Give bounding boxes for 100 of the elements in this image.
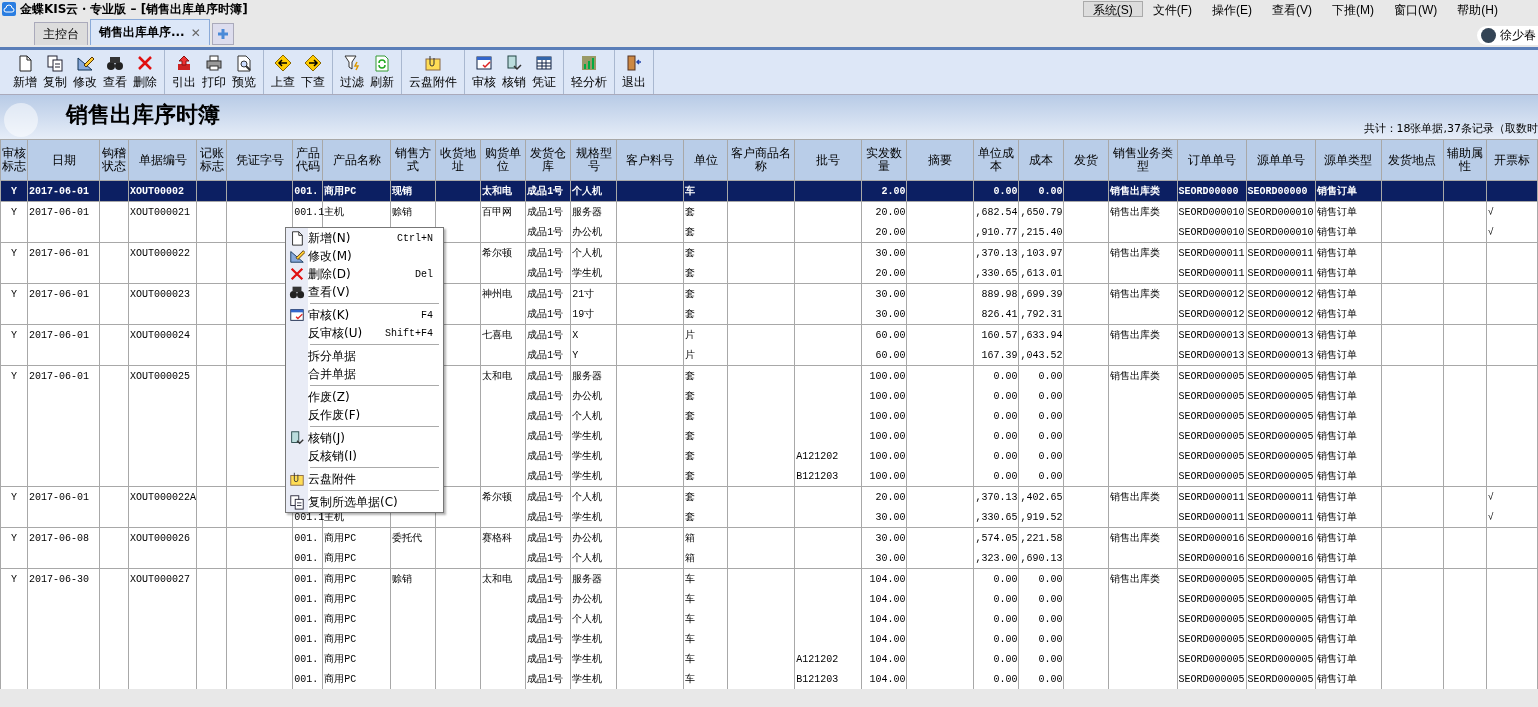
- column-header[interactable]: 发货: [1063, 139, 1109, 181]
- table-cell: ,103.97: [1018, 242, 1064, 263]
- context-menu-item[interactable]: 审核(K) F4: [286, 306, 443, 324]
- menu-item[interactable]: 文件(F): [1142, 1, 1202, 17]
- column-header[interactable]: 客户商品名称: [727, 139, 795, 181]
- column-header[interactable]: 单位成本: [973, 139, 1019, 181]
- column-header[interactable]: 辅助属性: [1443, 139, 1487, 181]
- column-header[interactable]: 批号: [794, 139, 862, 181]
- add-tab-button[interactable]: [211, 23, 234, 45]
- table-cell: 0.00: [973, 426, 1019, 446]
- table-row[interactable]: 001. 商用PC 成品1号 个人机 箱 30.00 ,323.00 ,690.13 SEORD000016 SEORD000016 销售订单: [0, 548, 1538, 569]
- column-header[interactable]: 产品名称: [322, 139, 391, 181]
- menu-item[interactable]: 系统(S): [1082, 1, 1143, 17]
- user-badge[interactable]: 徐少春: [1477, 26, 1538, 45]
- context-menu-item[interactable]: 云盘附件: [286, 470, 443, 488]
- table-cell: 服务器: [570, 365, 617, 386]
- context-menu-item[interactable]: 修改(M): [286, 247, 443, 265]
- table-cell: 套: [683, 426, 728, 446]
- context-menu-item[interactable]: 核销(J): [286, 429, 443, 447]
- table-cell: 001.: [292, 629, 323, 649]
- tab[interactable]: 销售出库单序... ✕: [90, 19, 210, 45]
- toolbar-button[interactable]: 删除: [130, 50, 160, 94]
- column-header[interactable]: 日期: [27, 139, 100, 181]
- toolbar-button[interactable]: 退出: [619, 50, 649, 94]
- menu-item[interactable]: 操作(E): [1202, 1, 1262, 17]
- table-cell: 30.00: [861, 283, 907, 304]
- menu-item[interactable]: 下推(M): [1322, 1, 1384, 17]
- menu-item[interactable]: 帮助(H): [1447, 1, 1508, 17]
- table-cell: 销售出库类: [1109, 201, 1177, 222]
- column-header[interactable]: 实发数量: [861, 139, 907, 181]
- table-cell: 销售订单: [1315, 527, 1382, 548]
- down-icon: [304, 53, 322, 72]
- table-cell: SEORD000011: [1177, 486, 1247, 507]
- tab[interactable]: 主控台: [34, 22, 88, 45]
- context-menu-item[interactable]: 查看(V): [286, 283, 443, 301]
- toolbar-button[interactable]: 刷新: [367, 50, 397, 94]
- toolbar-button[interactable]: 打印: [199, 50, 229, 94]
- toolbar-button[interactable]: 引出: [169, 50, 199, 94]
- context-menu-item[interactable]: 作废(Z): [286, 388, 443, 406]
- toolbar-button[interactable]: 上查: [268, 50, 298, 94]
- table-cell: √: [1486, 222, 1538, 243]
- column-header[interactable]: 记账标志: [196, 139, 227, 181]
- table-row[interactable]: 001. 商用PC 成品1号 学生机 车 B121203 104.00 0.00 0.00 SEORD000005 SEORD000005 销售订单: [0, 669, 1538, 689]
- table-row[interactable]: Y 2017-06-08 XOUT000026 001. 商用PC 委托代 赛格科 成品1号 办公机 箱 30.00 ,574.05 ,221.58 销售出库类 SEORD000016 SEORD000016 销售订单: [0, 527, 1538, 548]
- close-icon[interactable]: ✕: [190, 25, 201, 40]
- toolbar-button[interactable]: 新增: [10, 50, 40, 94]
- column-header[interactable]: 订单单号: [1177, 139, 1247, 181]
- column-header[interactable]: 源单单号: [1246, 139, 1316, 181]
- column-header[interactable]: 源单类型: [1315, 139, 1382, 181]
- table-row[interactable]: 001. 商用PC 成品1号 办公机 车 104.00 0.00 0.00 SEORD000005 SEORD000005 销售订单: [0, 589, 1538, 609]
- column-header[interactable]: 规格型号: [570, 139, 617, 181]
- column-header[interactable]: 客户料号: [616, 139, 684, 181]
- toolbar-button[interactable]: 复制: [40, 50, 70, 94]
- toolbar-button[interactable]: 凭证: [529, 50, 559, 94]
- toolbar-button[interactable]: 修改: [70, 50, 100, 94]
- toolbar-button[interactable]: 过滤: [337, 50, 367, 94]
- column-header[interactable]: 单据编号: [128, 139, 197, 181]
- table-cell: SEORD000016: [1246, 527, 1316, 548]
- column-header[interactable]: 开票标: [1486, 139, 1538, 181]
- toolbar-button[interactable]: 云盘附件: [406, 50, 460, 94]
- column-header[interactable]: 发货地点: [1381, 139, 1444, 181]
- table-row[interactable]: Y 2017-06-01 XOUT000021 001.1主机 赊销 百甲网 成品1号 服务器 套 20.00 ,682.54 ,650.79 销售出库类 SEORD000010 SEORD000010 销售订单 √: [0, 201, 1538, 222]
- toolbar-button[interactable]: 轻分析: [568, 50, 610, 94]
- table-cell: SEORD000005: [1177, 609, 1247, 629]
- context-menu-item[interactable]: 拆分单据: [286, 347, 443, 365]
- table-row[interactable]: Y 2017-06-01 XOUT00002 001. 商用PC 现销 太和电 成品1号 个人机 车 2.00 0.00 0.00 销售出库类 SEORD00000 SEORD00000 销售订单: [0, 180, 1538, 202]
- column-header[interactable]: 单位: [683, 139, 728, 181]
- toolbar-button[interactable]: 预览: [229, 50, 259, 94]
- column-header[interactable]: 发货仓库: [525, 139, 571, 181]
- context-menu-item[interactable]: 合并单据: [286, 365, 443, 383]
- table-row[interactable]: 001. 商用PC 成品1号 学生机 车 104.00 0.00 0.00 SEORD000005 SEORD000005 销售订单: [0, 629, 1538, 649]
- column-header[interactable]: 购货单位: [480, 139, 526, 181]
- column-header[interactable]: 销售方式: [390, 139, 436, 181]
- table-cell: 车: [683, 669, 728, 689]
- toolbar-button[interactable]: 审核: [469, 50, 499, 94]
- table-cell: 学生机: [570, 263, 617, 284]
- table-cell: 学生机: [570, 649, 617, 669]
- column-header[interactable]: 收货地址: [435, 139, 481, 181]
- column-header[interactable]: 钩稽状态: [99, 139, 129, 181]
- context-menu-item[interactable]: 反审核(U) Shift+F4: [286, 324, 443, 342]
- table-cell: 套: [683, 446, 728, 466]
- table-cell: 2017-06-01: [27, 201, 100, 222]
- toolbar-button[interactable]: 下查: [298, 50, 328, 94]
- context-menu-item[interactable]: 删除(D) Del: [286, 265, 443, 283]
- menu-item[interactable]: 窗口(W): [1384, 1, 1448, 17]
- table-row[interactable]: 001. 商用PC 成品1号 个人机 车 104.00 0.00 0.00 SEORD000005 SEORD000005 销售订单: [0, 609, 1538, 629]
- table-cell: 套: [683, 201, 728, 222]
- table-row[interactable]: 001. 商用PC 成品1号 学生机 车 A121202 104.00 0.00 0.00 SEORD000005 SEORD000005 销售订单: [0, 649, 1538, 669]
- column-header[interactable]: 成本: [1018, 139, 1064, 181]
- column-header[interactable]: 摘要: [906, 139, 974, 181]
- context-menu-item[interactable]: 反作废(F): [286, 406, 443, 424]
- column-header[interactable]: 审核标志: [0, 139, 28, 181]
- table-row[interactable]: Y 2017-06-30 XOUT000027 001. 商用PC 赊销 太和电 成品1号 服务器 车 104.00 0.00 0.00 销售出库类 SEORD000005 SEORD000005 销售订单: [0, 568, 1538, 589]
- toolbar-button[interactable]: 核销: [499, 50, 529, 94]
- toolbar-button[interactable]: 查看: [100, 50, 130, 94]
- context-menu-item[interactable]: 反核销(I): [286, 447, 443, 465]
- column-header[interactable]: 销售业务类型: [1109, 139, 1177, 181]
- menu-item[interactable]: 查看(V): [1262, 1, 1322, 17]
- column-header[interactable]: 产品代码: [292, 139, 323, 181]
- column-header[interactable]: 凭证字号: [226, 139, 293, 181]
